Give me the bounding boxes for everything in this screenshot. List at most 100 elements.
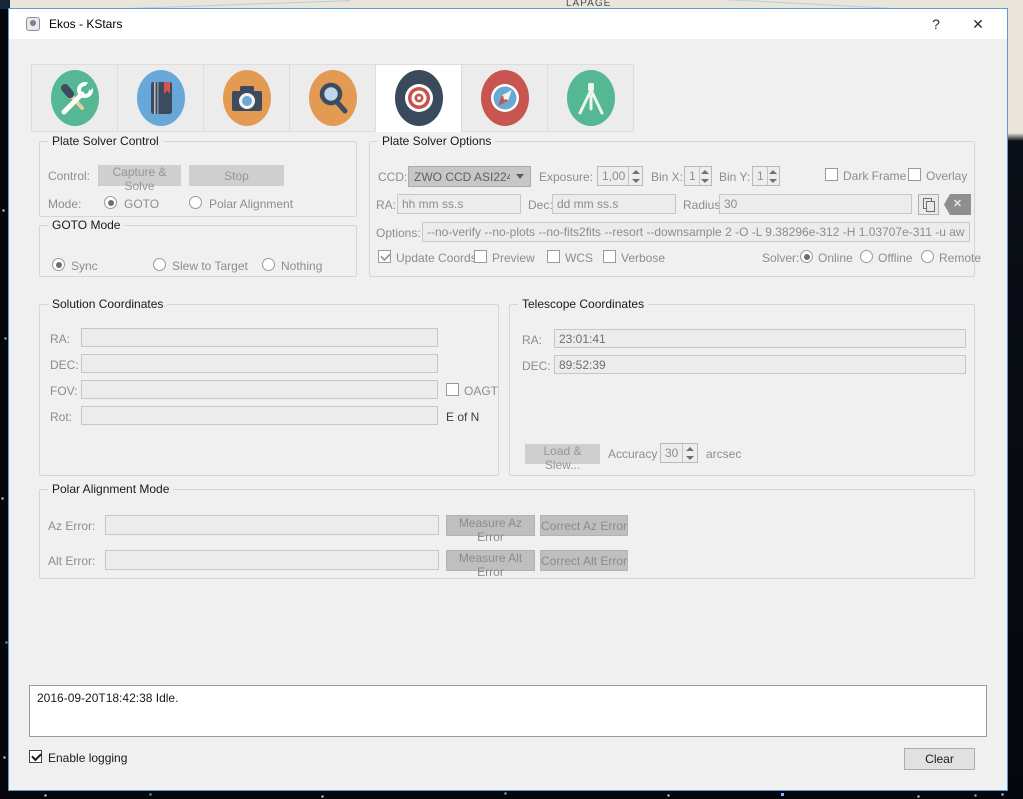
sync-radio[interactable] [52,258,65,271]
arcsec-label: arcsec [706,447,742,461]
copy-icon [926,201,935,212]
stop-button[interactable]: Stop [189,165,284,186]
solution-dec-input[interactable] [81,354,438,373]
telescope-ra-label: RA: [522,333,543,347]
group-title: Polar Alignment Mode [48,482,174,496]
accuracy-value: 30 [665,446,679,460]
kstars-desktop: LAPAGE Ekos - KStars ? ✕ Plate Solver Co… [0,0,1023,799]
group-title: Telescope Coordinates [518,297,649,311]
help-button[interactable]: ? [915,10,957,38]
window-title: Ekos - KStars [49,17,123,31]
tab-guide[interactable] [461,64,548,132]
log-entry: 2016-09-20T18:42:38 Idle. [37,691,179,705]
close-button[interactable]: ✕ [957,10,999,38]
exposure-spinbox[interactable]: 1,00 [597,166,643,186]
tab-scheduler[interactable] [117,64,204,132]
options-label: Options: [376,226,421,240]
solver-options-input[interactable] [422,222,970,242]
binx-spinbox[interactable]: 1 [684,166,712,186]
slew-to-target-radio[interactable] [153,258,166,271]
polar-alignment-radio-label: Polar Alignment [209,197,294,211]
correct-alt-error-button[interactable]: Correct Alt Error [540,550,628,571]
tab-capture[interactable] [203,64,290,132]
tab-align[interactable] [375,64,462,132]
preview-checkbox[interactable] [474,250,487,263]
preview-label: Preview [492,251,535,265]
solver-online-label: Online [818,251,853,265]
az-error-label: Az Error: [48,519,96,533]
ra-label: RA: [376,198,397,212]
enable-logging-checkbox[interactable] [29,750,42,763]
compass-icon [479,68,531,128]
alt-error-input[interactable] [105,550,439,570]
spin-arrows[interactable] [628,167,642,185]
solution-rot-label: Rot: [50,410,73,424]
target-icon [393,68,445,128]
biny-label: Bin Y: [719,170,751,184]
clear-log-button[interactable]: Clear [904,748,975,770]
update-coords-checkbox[interactable] [378,250,391,263]
wcs-label: WCS [565,251,593,265]
dark-frame-checkbox[interactable] [825,168,838,181]
group-plate-solver-options: Plate Solver Options CCD: ZWO CCD ASI224… [369,134,981,277]
tripod-icon [565,68,617,128]
spin-arrows[interactable] [682,444,697,462]
nothing-radio[interactable] [262,258,275,271]
solver-online-radio[interactable] [800,250,813,263]
solution-rot-input[interactable] [81,406,438,425]
solution-dec-label: DEC: [50,358,79,372]
tab-setup[interactable] [31,64,118,132]
accuracy-spinbox[interactable]: 30 [660,443,698,463]
verbose-label: Verbose [621,251,666,265]
wrench-screwdriver-icon [49,68,101,128]
log-viewer[interactable]: 2016-09-20T18:42:38 Idle. [29,685,987,737]
solution-fov-label: FOV: [50,384,78,398]
solver-remote-radio[interactable] [921,250,934,263]
overlay-label: Overlay [926,169,968,183]
binx-label: Bin X: [651,170,684,184]
telescope-dec-label: DEC: [522,359,551,373]
ccd-combobox-value: ZWO CCD ASI224MC [414,169,510,184]
group-goto-mode: GOTO Mode Sync Slew to Target Nothing [39,218,357,277]
telescope-ra-input[interactable] [554,329,966,348]
polar-alignment-radio[interactable] [189,196,202,209]
spin-arrows[interactable] [766,167,779,185]
copy-coords-button[interactable] [918,194,939,215]
load-slew-button[interactable]: Load & Slew... [525,444,600,472]
solution-ra-input[interactable] [81,328,438,347]
biny-value: 1 [757,169,764,183]
notebook-icon [135,68,187,128]
telescope-dec-input[interactable] [554,355,966,374]
verbose-checkbox[interactable] [603,250,616,263]
ccd-combobox[interactable]: ZWO CCD ASI224MC [408,166,531,187]
oagt-label: OAGT [464,384,499,398]
radius-input[interactable] [719,194,912,214]
measure-alt-error-button[interactable]: Measure Alt Error [446,550,535,579]
solution-ra-label: RA: [50,332,71,346]
update-coords-label: Update Coords [396,251,477,265]
tab-focus[interactable] [289,64,376,132]
solver-offline-radio[interactable] [860,250,873,263]
title-bar[interactable]: Ekos - KStars ? ✕ [9,9,1007,39]
oagt-checkbox[interactable] [446,383,459,396]
sky-right-band [1008,9,1023,799]
az-error-input[interactable] [105,515,439,535]
ccd-label: CCD: [378,170,408,184]
spin-arrows[interactable] [698,167,711,185]
capture-solve-button[interactable]: Capture & Solve [98,165,181,193]
biny-spinbox[interactable]: 1 [752,166,780,186]
clear-coords-button[interactable]: ✕ [944,194,971,215]
e-of-n-label: E of N [446,410,480,424]
wcs-checkbox[interactable] [547,250,560,263]
exposure-label: Exposure: [539,170,594,184]
overlay-checkbox[interactable] [908,168,921,181]
solution-fov-input[interactable] [81,380,438,399]
ra-input[interactable] [397,194,521,214]
measure-az-error-button[interactable]: Measure Az Error [446,515,535,544]
dec-input[interactable] [552,194,676,214]
control-label: Control: [48,169,91,183]
goto-radio[interactable] [104,196,117,209]
correct-az-error-button[interactable]: Correct Az Error [540,515,628,536]
tab-mount[interactable] [547,64,634,132]
group-title: GOTO Mode [48,218,125,232]
